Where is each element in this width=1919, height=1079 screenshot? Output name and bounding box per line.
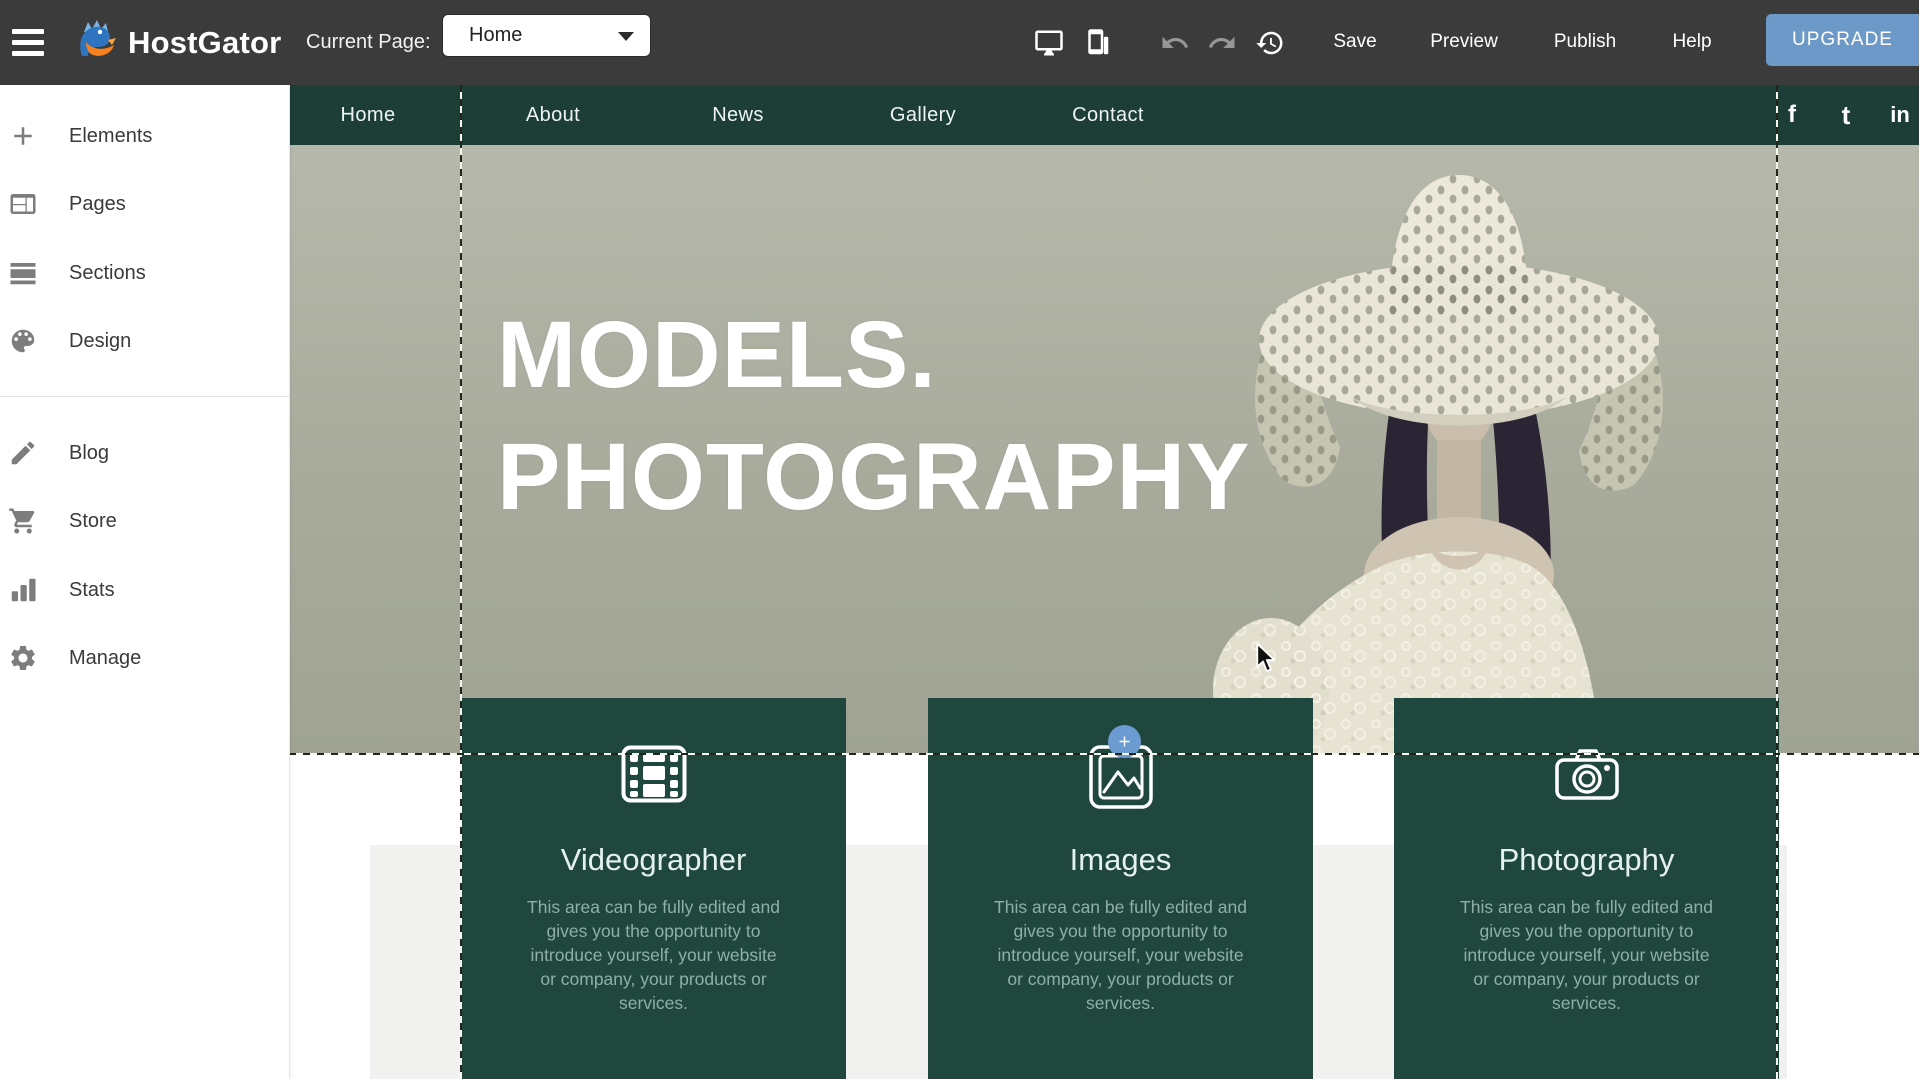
selection-border-left	[460, 85, 462, 1079]
sidebar-item-sections[interactable]: Sections	[0, 251, 289, 295]
publish-button[interactable]: Publish	[1554, 31, 1616, 53]
film-icon	[461, 738, 846, 810]
hero-section[interactable]: MODELS. PHOTOGRAPHY	[289, 145, 1919, 755]
pages-icon	[8, 189, 38, 219]
sidebar-item-elements[interactable]: Elements	[0, 114, 289, 158]
sidebar-divider	[0, 396, 289, 397]
camera-icon	[1394, 738, 1779, 810]
linkedin-icon[interactable]: in	[1890, 85, 1910, 145]
upgrade-button[interactable]: UPGRADE	[1766, 14, 1919, 66]
hostgator-builder: HostGator Current Page: Home Save Previe…	[0, 0, 1919, 1079]
twitter-icon[interactable]: t	[1842, 85, 1851, 145]
hero-title-line2[interactable]: PHOTOGRAPHY	[497, 430, 1251, 525]
card-title[interactable]: Images	[928, 842, 1313, 878]
help-button[interactable]: Help	[1672, 31, 1711, 53]
nav-link-gallery[interactable]: Gallery	[890, 85, 956, 145]
sidebar-item-store[interactable]: Store	[0, 499, 289, 543]
sections-icon	[8, 258, 38, 288]
site-navbar: Home About News Gallery Contact f t in	[289, 85, 1919, 145]
nav-link-contact[interactable]: Contact	[1072, 85, 1144, 145]
card-body-text[interactable]: This area can be fully edited and gives …	[988, 896, 1253, 1016]
save-button[interactable]: Save	[1333, 31, 1376, 53]
card-title[interactable]: Videographer	[461, 842, 846, 878]
preview-button[interactable]: Preview	[1430, 31, 1498, 53]
sidebar-item-pages[interactable]: Pages	[0, 182, 289, 226]
pencil-icon	[8, 438, 38, 468]
feature-card-videographer[interactable]: Videographer This area can be fully edit…	[461, 698, 846, 1079]
desktop-preview-icon[interactable]	[1034, 28, 1064, 58]
hostgator-logo: HostGator	[74, 18, 281, 67]
bar-chart-icon	[8, 575, 38, 605]
chevron-down-icon	[618, 32, 634, 41]
palette-icon	[8, 326, 38, 356]
editor-sidebar: Elements Pages Sections Design Blog	[0, 85, 290, 1079]
hero-title-line1[interactable]: MODELS.	[497, 308, 937, 403]
card-body-text[interactable]: This area can be fully edited and gives …	[1454, 896, 1719, 1016]
current-page-dropdown[interactable]: Home	[443, 15, 650, 56]
mobile-preview-icon[interactable]	[1082, 28, 1112, 58]
sidebar-item-blog[interactable]: Blog	[0, 431, 289, 475]
history-icon[interactable]	[1255, 28, 1285, 58]
sidebar-item-stats[interactable]: Stats	[0, 568, 289, 612]
plus-icon	[8, 121, 38, 151]
logo-wordmark: HostGator	[128, 25, 281, 61]
nav-link-home[interactable]: Home	[341, 85, 396, 145]
redo-icon[interactable]	[1207, 28, 1237, 58]
current-page-value: Home	[469, 24, 522, 47]
undo-icon[interactable]	[1160, 28, 1190, 58]
selection-border-bottom	[289, 753, 1919, 755]
gator-mascot-icon	[74, 18, 120, 67]
mouse-cursor	[1253, 643, 1279, 673]
site-canvas: Home About News Gallery Contact f t in	[289, 85, 1919, 1079]
card-title[interactable]: Photography	[1394, 842, 1779, 878]
gear-icon	[8, 643, 38, 673]
image-plus-icon	[928, 738, 1313, 810]
sidebar-item-design[interactable]: Design	[0, 319, 289, 363]
cart-icon	[8, 506, 38, 536]
current-page-label: Current Page:	[306, 31, 431, 54]
nav-link-news[interactable]: News	[712, 85, 764, 145]
facebook-icon[interactable]: f	[1788, 85, 1796, 145]
editor-topbar: HostGator Current Page: Home Save Previe…	[0, 0, 1919, 85]
card-body-text[interactable]: This area can be fully edited and gives …	[521, 896, 786, 1016]
feature-card-photography[interactable]: Photography This area can be fully edite…	[1394, 698, 1779, 1079]
sidebar-item-manage[interactable]: Manage	[0, 636, 289, 680]
hamburger-menu-icon[interactable]	[12, 29, 46, 57]
nav-link-about[interactable]: About	[526, 85, 580, 145]
feature-card-images[interactable]: Images This area can be fully edited and…	[928, 698, 1313, 1079]
selection-border-right	[1776, 85, 1778, 1079]
